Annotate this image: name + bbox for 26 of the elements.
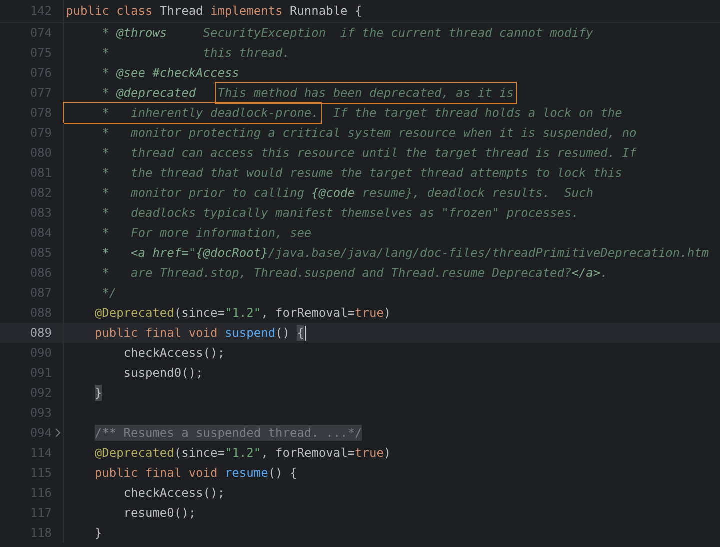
code-line: * <a href="{@docRoot}/java.base/java/lang/doc-files/threadPrimitiveDeprecation.htm — [101, 245, 710, 262]
code-line: public final void resume() { — [94, 465, 298, 482]
code-line: * the thread that would resume the target thread attempts to lock this — [101, 165, 624, 182]
code-line: * are Thread.stop, Thread.suspend and Thread.resume Deprecated?</a>. — [101, 265, 609, 282]
code-line: * inherently deadlock-prone. If the target thread holds a lock on the — [64, 103, 720, 123]
code-line: * monitor prior to calling {@code resume}, deadlock results. Such — [101, 185, 594, 202]
code-line: * monitor protecting a critical system resource when it is suspended, no — [101, 125, 638, 142]
code-line: * For more information, see — [101, 225, 313, 242]
code-line: public final void suspend() { — [94, 324, 308, 343]
code-line: resume0(); — [122, 505, 198, 522]
code-line: * @deprecated This method has been deprecated, as it is — [64, 83, 720, 103]
code-line: * thread can access this resource until the target thread is resumed. If — [101, 145, 638, 162]
chevron-right-icon[interactable] — [54, 428, 60, 438]
code-line: * @throws SecurityException if the current thread cannot modify — [101, 25, 594, 42]
code-line: * deadlocks typically manifest themselves as "frozen" processes. — [101, 205, 580, 222]
code-line: * @see #checkAccess — [101, 65, 240, 82]
code-line: public class Thread implements Runnable { — [65, 3, 364, 20]
code-line: @Deprecated(since="1.2", forRemoval=true) — [94, 305, 392, 322]
code-line: @Deprecated(since="1.2", forRemoval=true) — [94, 445, 392, 462]
code-line: * this thread. — [101, 45, 291, 62]
line-number: 089 — [29, 325, 52, 341]
code-line: checkAccess(); — [122, 485, 226, 502]
code-line: } — [94, 525, 104, 542]
code-line: checkAccess(); — [122, 345, 226, 362]
code-line: suspend0(); — [122, 365, 204, 382]
code-line: */ — [101, 285, 118, 302]
